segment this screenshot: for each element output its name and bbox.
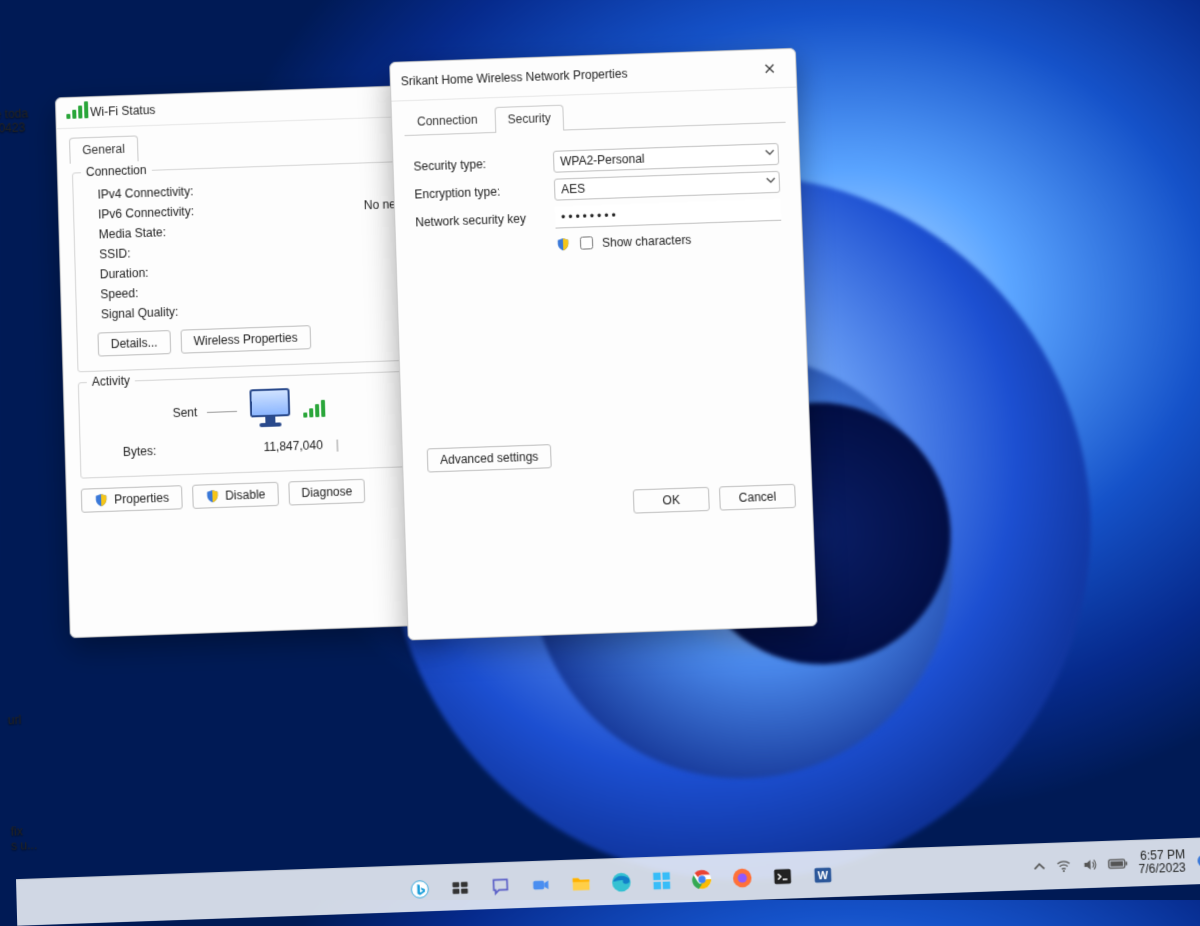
tray-battery-icon[interactable] (1108, 857, 1129, 870)
firefox-icon[interactable] (729, 864, 756, 891)
desktop-icon-sublabel: s u... (11, 838, 38, 853)
desktop-icon-sublabel: 10423 (0, 120, 25, 135)
group-legend: Activity (87, 373, 135, 389)
system-tray[interactable]: 6:57 PM 7/6/2023 (1033, 837, 1200, 890)
close-icon (764, 63, 774, 73)
chevron-down-icon (766, 175, 776, 185)
taskbar: W 6:57 PM 7/6/2023 (16, 837, 1200, 926)
label-speed: Speed: (100, 283, 240, 302)
signal-bars-icon (303, 399, 326, 418)
properties-button[interactable]: Properties (81, 485, 183, 513)
show-characters-label: Show characters (602, 232, 692, 249)
encryption-type-combo[interactable] (554, 171, 780, 201)
shield-icon (205, 489, 219, 504)
terminal-icon[interactable] (769, 862, 796, 889)
explorer-icon[interactable] (568, 870, 595, 897)
monitor-icon (247, 388, 294, 432)
group-legend: Connection (81, 163, 152, 179)
group-activity: Activity Sent Bytes: 11,847,040 | (78, 370, 421, 478)
bytes-sent-value: 11,847,040 (263, 438, 328, 454)
security-type-value[interactable] (553, 143, 779, 173)
tray-chevron-icon[interactable] (1033, 860, 1046, 873)
close-button[interactable] (753, 56, 786, 81)
group-connection: Connection IPv4 Connectivity: IPv6 Conne… (72, 161, 418, 373)
advanced-settings-button[interactable]: Advanced settings (427, 444, 552, 472)
start-icon[interactable] (648, 867, 675, 894)
tab-security[interactable]: Security (494, 105, 564, 133)
shield-icon (94, 493, 108, 508)
tray-volume-icon[interactable] (1082, 856, 1099, 873)
wifi-status-window: Wi-Fi Status General Connection IPv4 Con… (55, 85, 442, 639)
desktop-icon-label: url (8, 713, 22, 728)
chrome-icon[interactable] (688, 865, 715, 892)
label-media-state: Media State: (98, 223, 238, 242)
label-encryption-type: Encryption type: (414, 183, 554, 202)
label-signal-quality: Signal Quality: (101, 303, 241, 322)
wireless-properties-button[interactable]: Wireless Properties (180, 325, 311, 354)
window-title: Srikant Home Wireless Network Properties (401, 62, 754, 88)
chevron-down-icon (765, 147, 775, 157)
security-type-combo[interactable] (553, 143, 779, 173)
shield-icon (556, 237, 570, 251)
bing-icon[interactable] (406, 875, 433, 902)
svg-text:W: W (817, 869, 829, 882)
network-properties-window: Srikant Home Wireless Network Properties… (389, 48, 817, 641)
network-key-field[interactable] (555, 199, 781, 229)
window-title: Wi-Fi Status (90, 94, 414, 119)
label-security-type: Security type: (413, 155, 553, 174)
tab-panel-security: Security type: Encryption type: Network … (405, 122, 799, 483)
tray-date: 7/6/2023 (1138, 861, 1186, 876)
details-button[interactable]: Details... (97, 330, 170, 357)
disable-button[interactable]: Disable (192, 482, 279, 509)
diagnose-button[interactable]: Diagnose (288, 479, 366, 506)
taskview-icon[interactable] (447, 874, 474, 901)
cancel-button[interactable]: Cancel (719, 484, 796, 511)
tab-general[interactable]: General (69, 135, 138, 163)
ok-button[interactable]: OK (633, 487, 710, 514)
encryption-type-value[interactable] (554, 171, 780, 201)
label-ipv4: IPv4 Connectivity: (97, 183, 237, 202)
show-characters-checkbox[interactable] (580, 236, 593, 249)
chat-icon[interactable] (487, 872, 514, 899)
tray-wifi-icon[interactable] (1055, 857, 1072, 874)
tab-connection[interactable]: Connection (404, 106, 491, 135)
camera-icon[interactable] (527, 871, 554, 898)
desktop-icon-fragment[interactable]: te toda 10423 (0, 106, 29, 135)
value-ipv6: No ne (238, 197, 400, 217)
label-network-key: Network security key (415, 211, 555, 230)
desktop-icon-label: te toda (0, 106, 28, 121)
desktop-icon-label: fix (11, 824, 23, 839)
label-ssid: SSID: (99, 243, 239, 262)
wifi-signal-icon (66, 104, 82, 120)
label-ipv6: IPv6 Connectivity: (98, 203, 238, 222)
label-duration: Duration: (100, 263, 240, 282)
edge-icon[interactable] (608, 868, 635, 895)
sent-label: Sent (172, 405, 197, 420)
bytes-label: Bytes: (123, 440, 264, 459)
tray-notifications-icon[interactable] (1195, 852, 1200, 869)
word-icon[interactable]: W (809, 861, 836, 888)
desktop-icon-fragment[interactable]: url (8, 713, 22, 728)
desktop-icon-fragment[interactable]: fix s u... (11, 824, 38, 853)
